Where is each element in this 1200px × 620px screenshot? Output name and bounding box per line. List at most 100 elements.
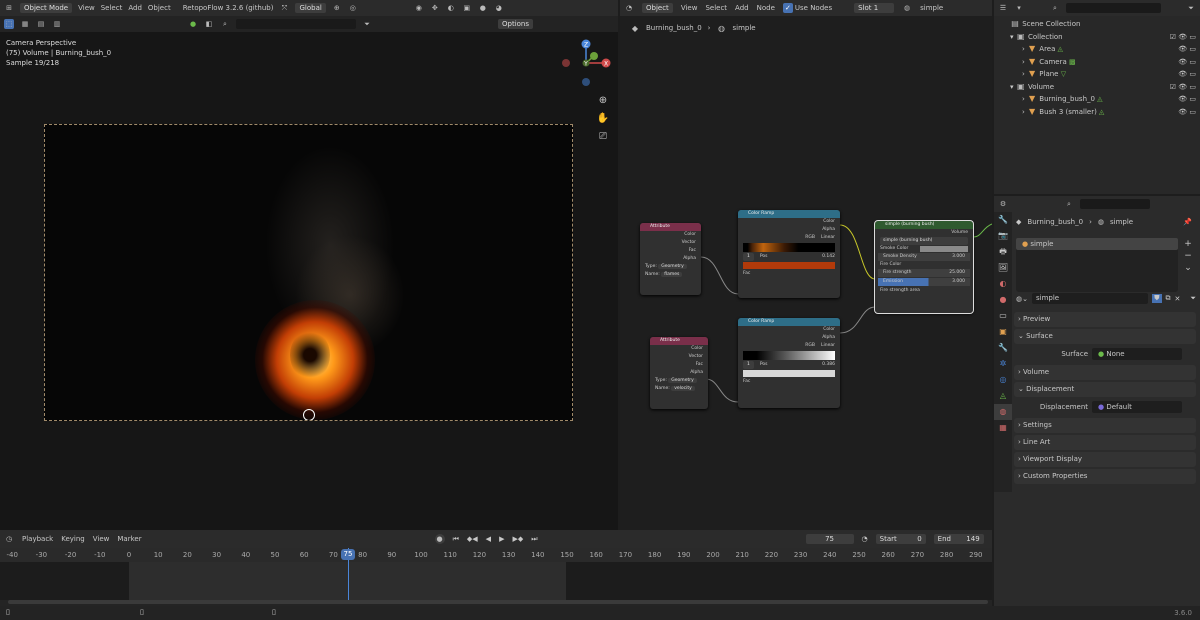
search-icon[interactable]: ⌕ [1064,199,1074,209]
ramp-interpolation[interactable]: Linear [821,234,835,242]
stop-index[interactable]: 1 [743,361,754,369]
output-fac[interactable]: Fac [640,247,701,255]
outliner-search-field[interactable] [1066,3,1161,13]
panel-preview[interactable]: › Preview [1014,312,1196,327]
filter-icon[interactable]: ⏷ [1186,3,1196,13]
visibility-controls[interactable]: 👁 ▭ [1178,93,1196,106]
shader-editor[interactable]: ◔ Object View Select Add Node ✓ Use Node… [620,0,992,530]
outliner-item-area[interactable]: › ▼ Area ◬ 👁 ▭ [994,43,1200,56]
frame-ruler[interactable] [0,548,992,562]
menu-marker[interactable]: Marker [117,535,141,543]
color-ramp-node-2[interactable]: Color Ramp Color Alpha RGB Linear 1 Pos … [738,318,840,408]
surface-shader-field[interactable]: ● None [1092,347,1182,360]
type-dropdown[interactable]: Geometry [658,264,687,269]
record-icon[interactable]: ● [434,534,445,544]
type-dropdown[interactable]: Geometry [668,378,697,383]
snap-icon[interactable]: ⊕ [332,3,342,13]
group-node-simple-burning-bush[interactable]: simple (burning bush) Volume simple (bur… [874,220,974,314]
ramp-interpolation[interactable]: Linear [821,342,835,350]
face-select-icon[interactable]: ◧ [204,19,214,29]
panel-viewport-display[interactable]: › Viewport Display [1014,452,1196,467]
stop-index[interactable]: 1 [743,253,754,261]
prev-keyframe-icon[interactable]: ◆◀ [467,535,478,543]
pos-value[interactable]: 0.386 [822,361,835,369]
outliner-item-volume[interactable]: ▾ ▣ Volume ☑ 👁 ▭ [994,81,1200,94]
material-datablock[interactable]: ◍⌄ simple ⛊ ⧉ ✕ ⏷ [1016,292,1196,305]
current-frame-field[interactable]: 75 [805,534,854,544]
outliner-item-camera[interactable]: › ▼ Camera ▩ 👁 ▭ [994,56,1200,69]
fire-strength-value[interactable]: 25.000 [949,269,965,277]
jump-start-icon[interactable]: ⏮ [453,535,459,544]
zoom-icon[interactable]: ⊕ [596,92,610,110]
slot-menu-button[interactable]: ⌄ [1182,262,1194,274]
duplicate-icon[interactable]: ⧉ [1166,294,1171,303]
group-selector[interactable]: simple (burning bush) [880,237,968,245]
menu-select[interactable]: Select [101,4,123,12]
shading-rendered-icon[interactable]: ◕ [494,3,504,13]
outliner-item-bush-3[interactable]: › ▼ Bush 3 (smaller) ◬ 👁 ▭ [994,106,1200,119]
output-color[interactable]: Color [640,231,701,239]
material-browse-icon[interactable]: ◍⌄ [1016,295,1028,303]
menu-view[interactable]: View [78,4,95,12]
play-icon[interactable]: ▶ [499,535,504,543]
navigation-gizmo[interactable]: Z X Y [558,36,614,92]
smoke-color-swatch[interactable] [920,246,968,252]
select-box-icon[interactable]: ⬚ [4,19,14,29]
visibility-controls[interactable]: 👁 ▭ [1178,68,1196,81]
color-icon[interactable]: ● [188,19,198,29]
outliner[interactable]: ☰ ▾ ⌕ ⏷ ▤ Scene Collection ▾ ▣ Collectio… [994,0,1200,194]
fake-user-icon[interactable]: ⛊ [1152,294,1162,303]
menu-keying[interactable]: Keying [61,535,85,543]
add-slot-button[interactable]: + [1182,238,1194,250]
start-frame-field[interactable]: Start 0 [875,534,926,544]
menu-view[interactable]: View [93,535,110,543]
render-tab-icon[interactable]: 📷 [994,228,1012,244]
visibility-controls[interactable]: 👁 ▭ [1178,106,1196,119]
select-extend-icon[interactable]: ▤ [36,19,46,29]
material-slot-item[interactable]: ● simple [1016,238,1178,250]
outliner-item-burning-bush[interactable]: › ▼ Burning_bush_0 ◬ 👁 ▭ [994,93,1200,106]
fire-color-label[interactable]: Fire Color [875,261,973,269]
addon-menu[interactable]: RetopoFlow 3.2.6 (github) [183,4,274,12]
panel-displacement[interactable]: ⌄ Displacement [1014,382,1196,397]
material-slot-list[interactable]: ● simple [1016,238,1178,292]
output-tab-icon[interactable]: 🖶 [994,244,1012,260]
object-origin-icon[interactable] [303,409,315,420]
viewport-3d[interactable]: Camera Perspective (75) Volume | Burning… [0,32,618,530]
mode-dropdown[interactable]: Object Mode [20,3,73,13]
fire-strength-area-label[interactable]: Fire strength area [875,287,973,295]
color-ramp-gradient[interactable] [743,243,835,252]
attribute-node-flames[interactable]: Attribute Color Vector Fac Alpha Type: G… [640,223,701,295]
overlay-icon[interactable]: ◐ [446,3,456,13]
output-color[interactable]: Color [650,345,708,353]
panel-volume[interactable]: › Volume [1014,365,1196,380]
next-keyframe-icon[interactable]: ▶◆ [512,535,523,543]
xray-icon[interactable]: ▣ [462,3,472,13]
stop-color-swatch[interactable] [743,370,835,377]
visibility-icon[interactable]: ◉ [414,3,424,13]
select-subtract-icon[interactable]: ▥ [52,19,62,29]
properties-search-field[interactable] [1080,199,1150,209]
output-alpha[interactable]: Alpha [738,334,840,342]
view-layer-tab-icon[interactable]: 🖼 [994,260,1012,276]
filter-icon[interactable]: ⏷ [1190,294,1196,303]
output-volume[interactable]: Volume [875,229,973,237]
end-frame-field[interactable]: End 149 [933,534,984,544]
panel-settings[interactable]: › Settings [1014,418,1196,433]
scene-collection[interactable]: ▤ Scene Collection [994,18,1200,31]
output-vector[interactable]: Vector [640,239,701,247]
display-mode-icon[interactable]: ▾ [1014,3,1024,13]
displacement-field[interactable]: ● Default [1092,400,1182,413]
search-field[interactable] [236,19,356,29]
pos-value[interactable]: 0.142 [822,253,835,261]
jump-end-icon[interactable]: ⏭ [531,535,537,544]
remove-slot-button[interactable]: − [1182,250,1194,262]
smoke-density-value[interactable]: 3.000 [952,253,965,261]
gizmo-icon[interactable]: ✥ [430,3,440,13]
visibility-controls[interactable]: 👁 ▭ [1178,43,1196,56]
attribute-node-velocity[interactable]: Attribute Color Vector Fac Alpha Type: G… [650,337,708,409]
pan-hand-icon[interactable]: ✋ [596,110,610,128]
play-reverse-icon[interactable]: ◀ [486,535,491,543]
menu-playback[interactable]: Playback [22,535,53,543]
tool-tab-icon[interactable]: 🔧 [994,212,1012,228]
